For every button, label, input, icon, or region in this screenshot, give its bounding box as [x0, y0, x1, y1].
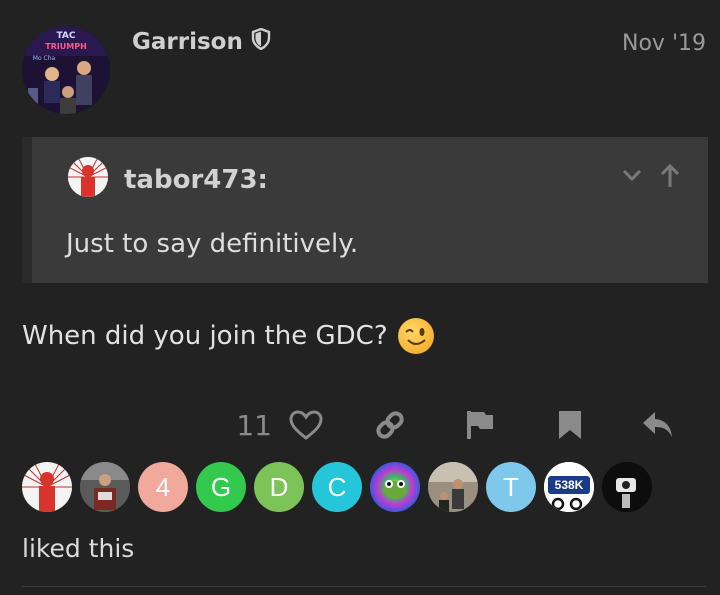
post-text: When did you join the GDC? — [22, 321, 388, 351]
quote-controls — [620, 163, 682, 193]
likers-list: 4 G D C T 538K — [22, 462, 652, 512]
liker-avatar-letter[interactable]: D — [254, 462, 304, 512]
avatar-text-1: TAC — [56, 31, 75, 41]
liker-avatar-538k[interactable]: 538K — [544, 462, 594, 512]
avatar-text-2: TRIUMPH — [45, 42, 87, 51]
liker-avatar[interactable] — [602, 462, 652, 512]
expand-quote-chevron-down-icon[interactable] — [620, 163, 644, 193]
quote-avatar[interactable] — [68, 157, 108, 197]
quote-username[interactable]: tabor473: — [124, 165, 268, 195]
post-actions: 11 — [236, 403, 680, 447]
like-count[interactable]: 11 — [236, 409, 272, 442]
heart-icon[interactable] — [284, 403, 328, 447]
post-divider — [22, 586, 706, 587]
author-avatar[interactable]: TAC TRIUMPH Mo Cha — [22, 26, 110, 114]
flag-icon[interactable] — [458, 403, 502, 447]
liker-avatar-letter[interactable]: G — [196, 462, 246, 512]
author-name[interactable]: Garrison — [132, 29, 243, 55]
moderator-shield-icon — [251, 27, 271, 56]
liker-avatar-letter[interactable]: T — [486, 462, 536, 512]
bookmark-icon[interactable] — [548, 403, 592, 447]
liker-avatar[interactable] — [80, 462, 130, 512]
reply-icon[interactable] — [636, 403, 680, 447]
liker-avatar-letter[interactable]: C — [312, 462, 362, 512]
liker-avatar[interactable] — [428, 462, 478, 512]
post-body: When did you join the GDC? — [22, 318, 434, 354]
quote-block: tabor473: Just to say definitively. — [22, 137, 708, 283]
liked-this-label: liked this — [22, 534, 135, 563]
link-icon[interactable] — [368, 403, 412, 447]
liker-avatar[interactable] — [22, 462, 72, 512]
avatar-text-3: Mo Cha — [33, 55, 56, 62]
post-author[interactable]: Garrison — [132, 27, 271, 56]
liker-avatar[interactable] — [370, 462, 420, 512]
liker-538k-label: 538K — [554, 478, 584, 492]
post-date[interactable]: Nov '19 — [622, 31, 706, 56]
quote-text: Just to say definitively. — [66, 229, 359, 259]
jump-to-post-arrow-up-icon[interactable] — [658, 163, 682, 193]
liker-avatar-letter[interactable]: 4 — [138, 462, 188, 512]
winking-face-emoji-icon — [397, 318, 434, 354]
